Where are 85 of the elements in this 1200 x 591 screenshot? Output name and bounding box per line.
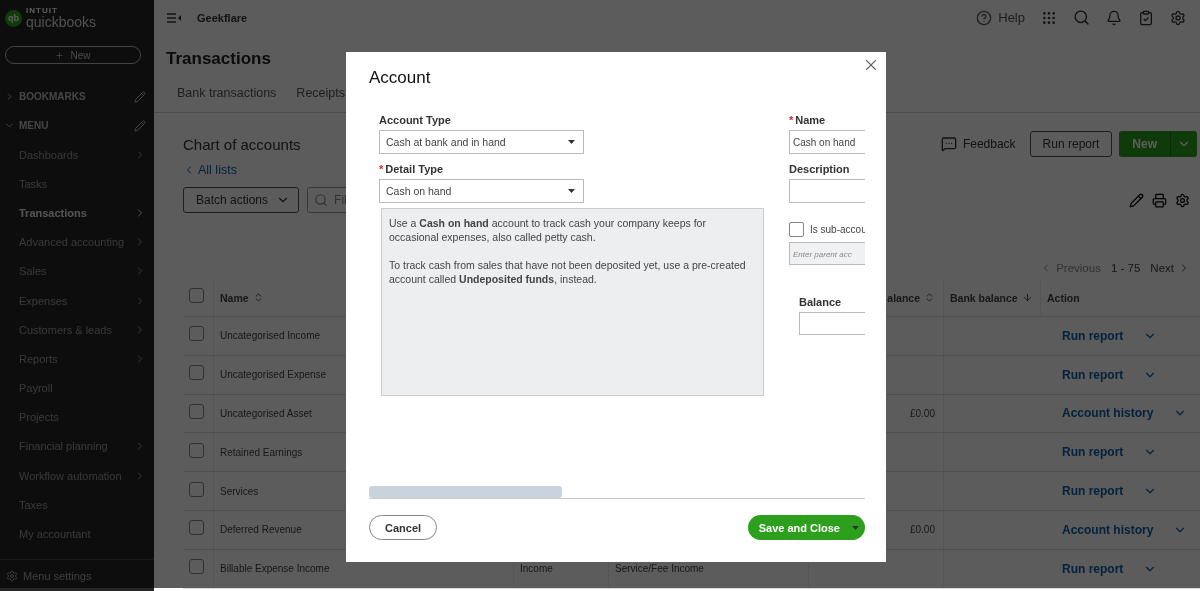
field-label: Balance xyxy=(799,296,842,308)
sort-icon xyxy=(924,292,935,303)
table-cell: Uncategorised Expense xyxy=(220,369,327,381)
select-all-checkbox[interactable] xyxy=(189,288,204,303)
table-cell: Uncategorised Income xyxy=(220,330,321,342)
page-range: 1 - 75 xyxy=(1110,262,1141,274)
action-link[interactable]: Run report xyxy=(1062,445,1124,460)
caret-icon xyxy=(568,189,575,193)
description-field[interactable] xyxy=(789,179,865,203)
help-button[interactable]: Help xyxy=(976,9,1025,26)
company-name: Geekflare xyxy=(197,11,249,24)
action-link[interactable]: Account history xyxy=(1062,406,1154,421)
field-label: Description xyxy=(789,163,850,175)
info-text: To track cash from sales that have not been deposited yet, use a pre-created account called Undeposited funds, instead. xyxy=(389,258,747,286)
table-cell: £0.00 xyxy=(909,524,935,536)
field-label: Account Type xyxy=(379,114,451,126)
column-header[interactable]: Action xyxy=(1040,279,1200,316)
menu-collapse-icon[interactable] xyxy=(167,12,181,23)
table-cell: Billable Expense Income xyxy=(220,563,330,575)
search-icon[interactable] xyxy=(1073,9,1090,26)
run-report-button[interactable]: Run report xyxy=(1029,131,1113,157)
parent-account-field[interactable]: Enter parent acc xyxy=(789,242,865,265)
detail-type-select[interactable]: Cash on hand xyxy=(379,179,584,203)
logo: qb xyxy=(5,9,22,27)
row-checkbox[interactable] xyxy=(189,520,204,536)
action-link[interactable]: Run report xyxy=(1062,367,1124,382)
cancel-button[interactable]: Cancel xyxy=(369,515,438,540)
table-cell: Uncategorised Asset xyxy=(220,408,312,419)
batch-actions-button[interactable]: Batch actions xyxy=(183,187,300,213)
printer-icon[interactable] xyxy=(1152,192,1167,208)
sidebar-item[interactable]: Transactions xyxy=(0,198,154,228)
action-link[interactable]: Run report xyxy=(1062,328,1124,343)
new-button[interactable]: New xyxy=(1119,131,1171,157)
speech-bubble-icon xyxy=(940,136,957,152)
required-mark: * xyxy=(379,163,384,175)
save-and-close-button[interactable]: Save and Close xyxy=(747,515,865,540)
bell-icon[interactable] xyxy=(1106,9,1122,26)
table-cell: Services xyxy=(220,485,259,497)
table-cell: Income xyxy=(520,563,553,575)
settings-icon[interactable] xyxy=(1175,192,1190,208)
table-cell: Retained Earnings xyxy=(220,446,303,458)
field-label: Name xyxy=(795,114,826,126)
table-cell: £0.00 xyxy=(909,408,935,419)
apps-grid-icon[interactable] xyxy=(1041,9,1057,26)
row-checkbox[interactable] xyxy=(189,326,204,342)
brand-small-text: INTUIT xyxy=(26,7,59,15)
action-link[interactable]: Run report xyxy=(1062,484,1124,499)
checkbox[interactable] xyxy=(789,222,804,237)
row-checkbox[interactable] xyxy=(189,559,204,575)
info-text: Use a Cash on hand account to track cash your company keeps for occasional expenses, also called petty cash. xyxy=(389,216,707,244)
row-checkbox[interactable] xyxy=(189,442,204,458)
section-title: Chart of accounts xyxy=(183,135,301,153)
help-icon xyxy=(976,9,993,26)
feedback-button[interactable]: Feedback xyxy=(940,136,1016,152)
action-link[interactable]: Run report xyxy=(1062,561,1124,576)
row-checkbox[interactable] xyxy=(189,404,204,419)
table-cell: Service/Fee Income xyxy=(615,563,704,575)
caret-icon xyxy=(852,525,859,530)
balance-field[interactable] xyxy=(799,312,865,335)
page-title: Transactions xyxy=(166,49,271,69)
account-type-select[interactable]: Cash at bank and in hand xyxy=(379,130,584,154)
brand-name: quickbooks xyxy=(26,15,97,29)
table-cell: Deferred Revenue xyxy=(220,524,302,536)
settings-icon xyxy=(6,569,18,582)
action-link[interactable]: Account history xyxy=(1062,522,1154,537)
dialog-title: Account xyxy=(369,68,432,88)
back-link[interactable]: All lists xyxy=(183,163,237,177)
name-field[interactable]: Cash on hand xyxy=(789,130,865,154)
required-mark: * xyxy=(789,114,794,126)
scrollbar-thumb[interactable] xyxy=(369,486,562,498)
settings-icon[interactable] xyxy=(1170,9,1186,26)
pencil-icon[interactable] xyxy=(1129,192,1144,208)
clipboard-check-icon[interactable] xyxy=(1138,9,1154,26)
arrow-down-icon xyxy=(1021,292,1033,303)
next-link[interactable]: Next xyxy=(1150,262,1190,274)
column-header[interactable]: Bank balance xyxy=(943,279,1040,316)
row-checkbox[interactable] xyxy=(189,365,204,381)
row-checkbox[interactable] xyxy=(189,481,204,497)
tab[interactable]: Bank transactions xyxy=(177,86,277,104)
plus-icon xyxy=(55,50,65,60)
new-split-button[interactable]: New xyxy=(1119,131,1197,157)
tab[interactable]: Receipts xyxy=(296,86,345,104)
search-icon xyxy=(314,193,329,207)
caret-icon xyxy=(568,140,575,144)
field-label: Detail Type xyxy=(385,163,444,175)
